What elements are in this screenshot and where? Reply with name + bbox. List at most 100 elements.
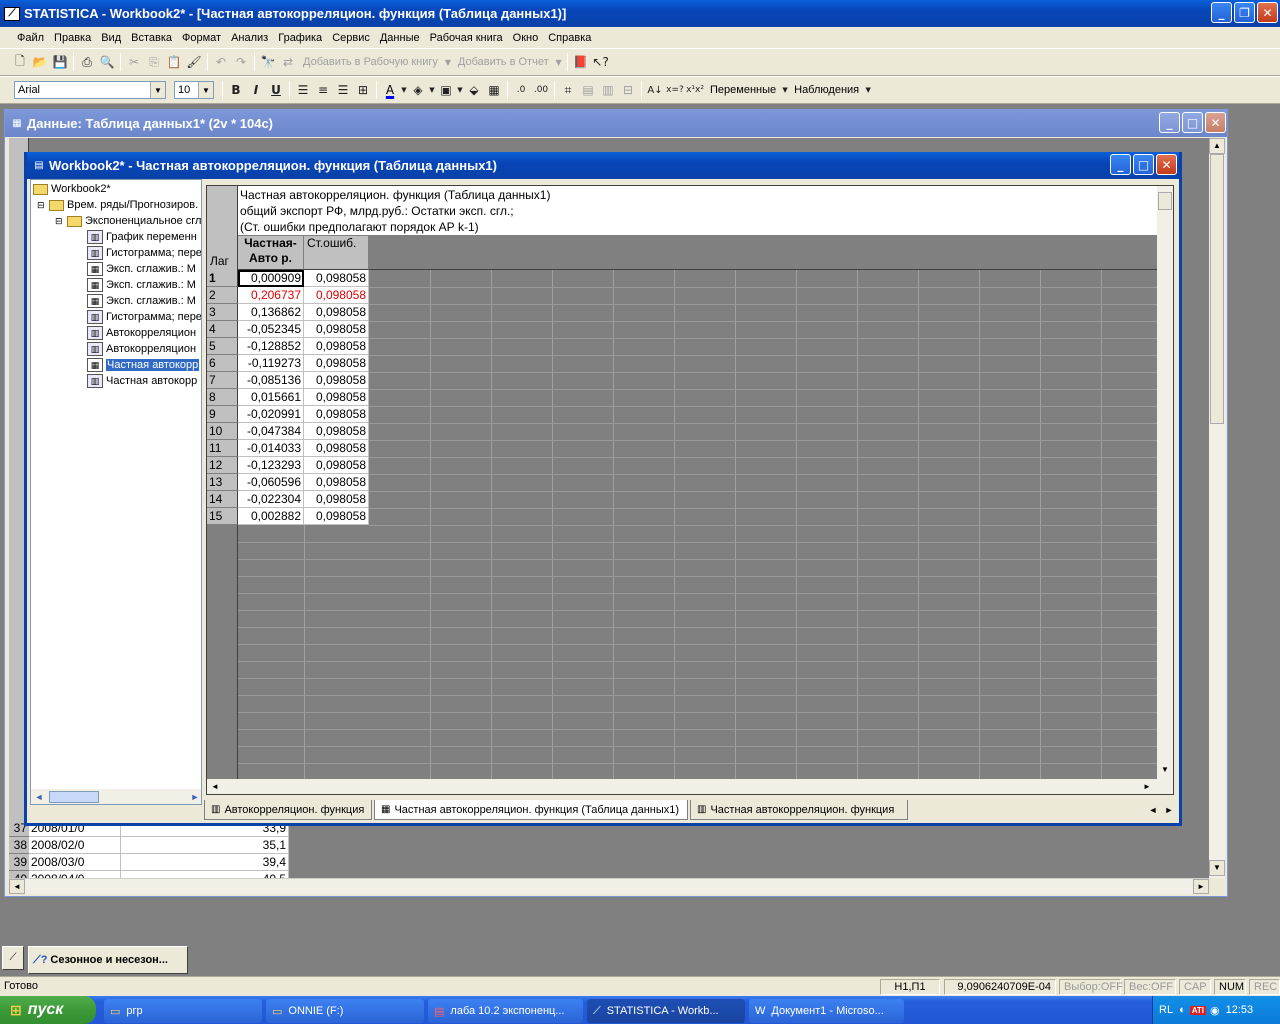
minimized-app-icon[interactable]: ⟋ (2, 946, 24, 970)
tree-node-exp-smoothing[interactable]: ⊟ Экспоненциальное сгл (55, 213, 201, 229)
cell-partial-autocorr[interactable]: 0,002882 (238, 508, 304, 525)
tab-partial-autocorr[interactable]: ▥ Частная автокорреляцион. функция (690, 800, 908, 820)
find-icon[interactable]: 🔭 (258, 52, 278, 72)
data-cell-date[interactable]: 2008/03/0 (29, 854, 121, 871)
scroll-thumb[interactable] (1210, 154, 1224, 424)
tree-leaf-2[interactable]: ▦ Эксп. сглажив.: М (87, 261, 196, 277)
menu-item-10[interactable]: Окно (508, 32, 544, 44)
merge-icon[interactable]: ⊞ (353, 80, 373, 100)
cell-std-err[interactable]: 0,098058 (304, 474, 369, 491)
cell-std-err[interactable]: 0,098058 (304, 270, 369, 287)
workbook-title-bar[interactable]: ▤ Workbook2* - Частная автокорреляцион. … (27, 152, 1179, 179)
cell-std-err[interactable]: 0,098058 (304, 304, 369, 321)
scroll-thumb[interactable] (1158, 192, 1172, 210)
cell-partial-autocorr[interactable]: -0,022304 (238, 491, 304, 508)
chevron-down-icon[interactable]: ▼ (456, 80, 464, 100)
cell-partial-autocorr[interactable]: -0,052345 (238, 321, 304, 338)
row-header[interactable]: 9 (207, 406, 238, 423)
ati-icon[interactable]: ATI (1189, 1005, 1207, 1015)
cell-partial-autocorr[interactable]: -0,020991 (238, 406, 304, 423)
new-icon[interactable]: 🗋 (10, 52, 30, 72)
chevron-down-icon[interactable]: ▼ (554, 52, 564, 72)
row-header[interactable]: 3 (207, 304, 238, 321)
horizontal-scrollbar[interactable]: ◄ ► (9, 878, 1209, 894)
menu-item-4[interactable]: Формат (177, 32, 226, 44)
cell-std-err[interactable]: 0,098058 (304, 440, 369, 457)
copy-icon[interactable]: ⎘ (144, 52, 164, 72)
scroll-left-arrow[interactable]: ◄ (9, 879, 25, 894)
menu-item-8[interactable]: Данные (375, 32, 425, 44)
restore-button[interactable]: ❐ (1234, 2, 1255, 23)
redo-icon[interactable]: ↷ (231, 52, 251, 72)
fill-color-icon[interactable]: ◈ (408, 80, 428, 100)
align-left-icon[interactable]: ☰ (293, 80, 313, 100)
cell-partial-autocorr[interactable]: -0,119273 (238, 355, 304, 372)
workbook-window[interactable]: ▤ Workbook2* - Частная автокорреляцион. … (24, 152, 1182, 826)
workbook-tree[interactable]: Workbook2* ⊟ Врем. ряды/Прогнозиров. ⊟ Экс… (30, 179, 202, 805)
collapse-icon[interactable]: ⊟ (37, 200, 49, 211)
font-size-select[interactable]: 10 ▼ (174, 81, 214, 99)
italic-button[interactable]: I (246, 80, 266, 100)
cell-std-err[interactable]: 0,098058 (304, 508, 369, 525)
minimize-button[interactable]: _ (1159, 112, 1180, 133)
format-painter-icon[interactable]: 🖌 (184, 52, 204, 72)
table-icon[interactable]: ⌗ (558, 80, 578, 100)
back-arrow-icon[interactable]: ◐ (1179, 1004, 1186, 1016)
tab-autocorr[interactable]: ▥ Автокорреляцион. функция (204, 800, 372, 820)
cell-std-err[interactable]: 0,098058 (304, 491, 369, 508)
cell-partial-autocorr[interactable]: -0,014033 (238, 440, 304, 457)
col-header-std-err[interactable]: Ст.ошиб. (304, 236, 369, 270)
cell-partial-autocorr[interactable]: -0,047384 (238, 423, 304, 440)
book-icon[interactable]: 📕 (571, 52, 591, 72)
scroll-up-arrow[interactable]: ▲ (1209, 138, 1225, 154)
scroll-left-arrow[interactable]: ◄ (207, 779, 223, 794)
maximize-button[interactable]: □ (1182, 112, 1203, 133)
sort-az-icon[interactable]: A↓ (645, 80, 665, 100)
replace-icon[interactable]: ⇄ (278, 52, 298, 72)
start-button[interactable]: ⊞ пуск (0, 996, 96, 1024)
save-icon[interactable]: 💾 (50, 52, 70, 72)
underline-button[interactable]: U (266, 80, 286, 100)
lock-icon[interactable]: ⊟ (618, 80, 638, 100)
cell-partial-autocorr[interactable]: 0,015661 (238, 389, 304, 406)
cell-partial-autocorr[interactable]: 0,136862 (238, 304, 304, 321)
network-icon[interactable]: ◉ (1210, 1004, 1220, 1017)
add-to-report-button[interactable]: Добавить в Отчет (453, 56, 554, 68)
minimized-window[interactable]: ⟋? Сезонное и несезон... (28, 946, 188, 974)
close-button[interactable]: ✕ (1156, 154, 1177, 175)
chevron-down-icon[interactable]: ▼ (150, 82, 165, 98)
menu-item-0[interactable]: Файл (12, 32, 49, 44)
cell-partial-autocorr[interactable]: 0,206737 (238, 287, 304, 304)
cut-icon[interactable]: ✂ (124, 52, 144, 72)
row-header[interactable]: 6 (207, 355, 238, 372)
taskbar-item-pdf[interactable]: ▤ лаба 10.2 экспоненц... (428, 999, 583, 1023)
chevron-down-icon[interactable]: ▼ (781, 80, 789, 100)
horizontal-scrollbar[interactable]: ◄ ► (207, 779, 1173, 794)
chevron-down-icon[interactable]: ▼ (443, 52, 453, 72)
cell-partial-autocorr[interactable]: -0,085136 (238, 372, 304, 389)
menu-item-9[interactable]: Рабочая книга (425, 32, 508, 44)
taskbar-item-statistica[interactable]: ⟋ STATISTICA - Workb... (587, 999, 745, 1023)
maximize-button[interactable]: □ (1133, 154, 1154, 175)
vertical-scrollbar[interactable]: ▲ ▼ (1209, 138, 1225, 878)
scroll-down-arrow[interactable]: ▼ (1209, 860, 1225, 876)
data-cell-value[interactable]: 35,1 (121, 837, 289, 854)
tab-partial-autocorr-table[interactable]: ▦ Частная автокорреляцион. функция (Табли… (374, 800, 688, 820)
row-header[interactable]: 7 (207, 372, 238, 389)
tree-leaf-5[interactable]: ▥ Гистограмма; пере (87, 309, 201, 325)
chevron-down-icon[interactable]: ▼ (400, 80, 408, 100)
tab-scroll-right[interactable]: ► (1162, 802, 1176, 818)
formula-icon[interactable]: x=? (665, 80, 685, 100)
menu-item-11[interactable]: Справка (543, 32, 596, 44)
menu-item-5[interactable]: Анализ (226, 32, 273, 44)
row-header[interactable]: 4 (207, 321, 238, 338)
row-header[interactable]: 10 (207, 423, 238, 440)
chevron-down-icon[interactable]: ▼ (864, 80, 872, 100)
close-button[interactable]: ✕ (1257, 2, 1278, 23)
align-right-icon[interactable]: ☰ (333, 80, 353, 100)
data-window-title-bar[interactable]: ▦ Данные: Таблица данных1* (2v * 104c) _… (5, 110, 1227, 137)
menu-item-2[interactable]: Вид (96, 32, 126, 44)
taskbar-item-rgr[interactable]: ▭ ргр (104, 999, 262, 1023)
font-select[interactable]: Arial ▼ (14, 81, 166, 99)
tree-root[interactable]: Workbook2* (33, 181, 111, 197)
